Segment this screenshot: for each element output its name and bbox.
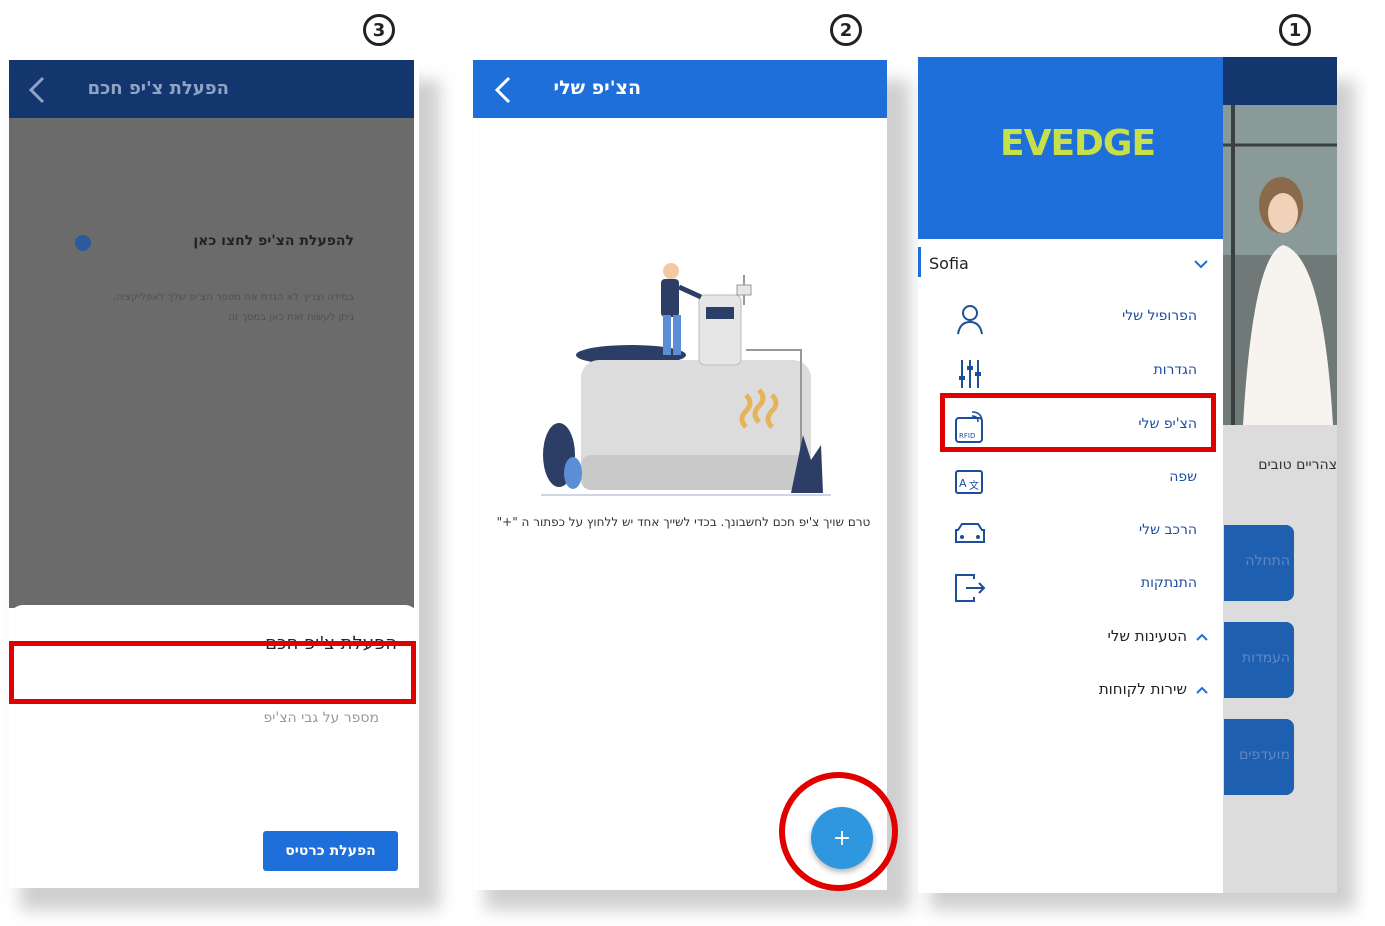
side-drawer: EVEDGE Sofia הפרופיל שלי הגדרות RFID הצ'… <box>918 57 1223 893</box>
translate-icon: A 文 <box>955 470 983 494</box>
bg-start-button: התחלה <box>1224 525 1294 601</box>
section-label: שירות לקוחות <box>1098 680 1187 698</box>
fab-highlight-circle <box>779 772 898 891</box>
svg-text:A: A <box>959 477 967 490</box>
sliders-icon <box>959 360 981 388</box>
page-title: הפעלת צ'יפ חכם <box>87 78 229 99</box>
step-1-badge: 1 <box>1279 14 1311 46</box>
activate-chip-description: במידה וצריך לא הגדת את מספר הצ'יפ שלך לא… <box>113 292 354 323</box>
screen-my-chip: הצ'יפ שלי טרם שויך צ'יפ חכם לחשבונך. בכד… <box>473 60 887 890</box>
section-label: הטעינות שלי <box>1107 627 1188 645</box>
menu-item-my-car[interactable]: הרכב שלי <box>918 508 1223 560</box>
bg-stations-button: העמדות <box>1224 622 1294 698</box>
chip-number-placeholder: מספר על גבי הצ'יפ <box>263 710 379 726</box>
svg-text:文: 文 <box>969 479 979 492</box>
section-my-charges[interactable]: הטעינות שלי <box>918 623 1223 653</box>
menu-item-language[interactable]: A 文 שפה <box>918 455 1223 507</box>
menu-label: הפרופיל שלי <box>1122 308 1197 324</box>
activate-card-label: הפעלת כרטיס <box>285 843 376 859</box>
chevron-down-icon[interactable] <box>1194 259 1208 269</box>
screen-activate-chip: הפעלת צ'יפ חכם להפעלת הצ'יפ לחצו כאן במי… <box>9 60 419 888</box>
bg-favorites-button: מועדפים <box>1224 719 1294 795</box>
activate-chip-title: להפעלת הצ'יפ לחצו כאן <box>193 233 354 249</box>
input-highlight-frame <box>9 641 416 704</box>
app-header: הפעלת צ'יפ חכם <box>9 60 414 118</box>
bg-hero-photo <box>1223 105 1337 425</box>
user-selector-accent <box>918 247 921 277</box>
dimmed-overlay[interactable]: להפעלת הצ'יפ לחצו כאן במידה וצריך לא הגד… <box>9 118 414 608</box>
logout-icon <box>955 574 986 602</box>
step-3-badge: 3 <box>363 14 395 46</box>
user-selector[interactable]: Sofia <box>918 247 1223 285</box>
charger-technician-illustration <box>541 263 831 496</box>
drawer-header: EVEDGE <box>918 57 1223 239</box>
evedge-logo: EVEDGE <box>1000 123 1156 164</box>
menu-label: הגדרות <box>1153 362 1197 378</box>
person-icon <box>957 305 983 335</box>
screen-side-menu: צהריים טובים התחלה העמדות מועדפים EVEDGE… <box>918 57 1337 893</box>
back-arrow-icon[interactable] <box>493 76 513 104</box>
menu-label: הרכב שלי <box>1138 522 1197 538</box>
page-title: הצ'יפ שלי <box>553 77 641 99</box>
menu-highlight-frame <box>940 393 1216 452</box>
activate-card-button[interactable]: הפעלת כרטיס <box>263 831 398 871</box>
back-arrow-icon[interactable] <box>27 76 47 104</box>
section-customer-service[interactable]: שירות לקוחות <box>918 676 1223 706</box>
empty-state-message: טרם שויך צ'יפ חכם לחשבונך. בכדי לשייך אח… <box>496 515 871 529</box>
app-header: הצ'יפ שלי <box>473 60 887 118</box>
car-icon <box>955 523 985 543</box>
chevron-up-icon[interactable] <box>1196 633 1208 641</box>
menu-item-profile[interactable]: הפרופיל שלי <box>918 294 1223 346</box>
bg-app-header <box>1223 57 1337 105</box>
bg-greeting: צהריים טובים <box>1258 457 1337 473</box>
radio-icon[interactable] <box>75 235 91 251</box>
menu-label: שפה <box>1169 469 1197 485</box>
step-2-badge: 2 <box>830 14 862 46</box>
menu-label: התנתקות <box>1140 575 1197 591</box>
user-name: Sofia <box>929 254 969 273</box>
chevron-up-icon[interactable] <box>1196 686 1208 694</box>
menu-item-logout[interactable]: התנתקות <box>918 561 1223 613</box>
